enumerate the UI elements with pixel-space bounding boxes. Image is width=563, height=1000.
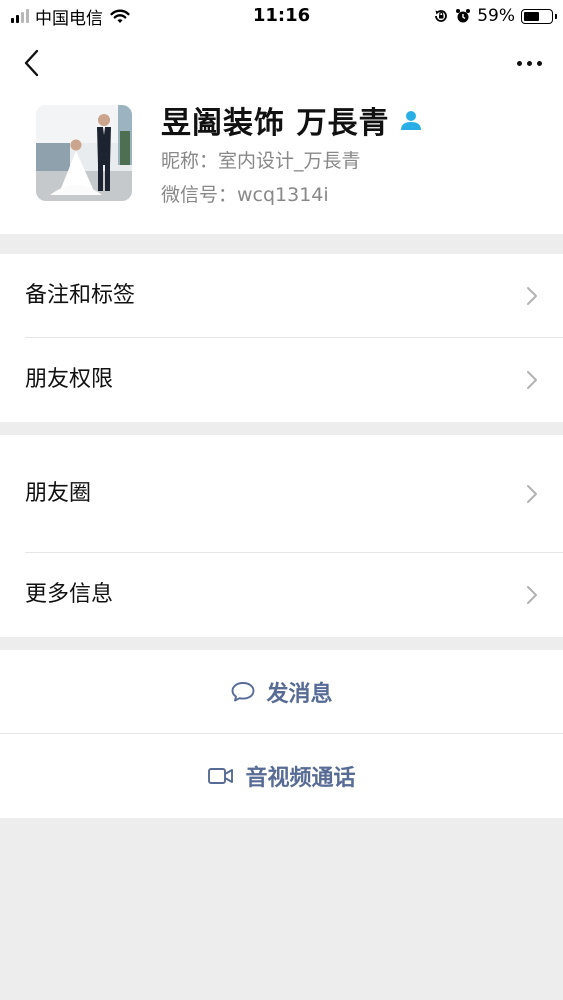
menu-item-moments[interactable]: 朋友圈 [0,435,563,553]
more-button[interactable] [509,48,549,78]
contact-person-icon [399,108,423,132]
battery-percent: 59% [477,6,515,26]
profile-card: 昱阖装饰 万長青 昵称：室内设计_万長青 微信号：wcq1314i [0,92,563,234]
nickname: 昵称：室内设计_万長青 [161,150,361,172]
chevron-right-icon [527,371,537,389]
chevron-left-icon [24,49,39,77]
avatar[interactable] [36,105,132,201]
rotation-lock-icon [433,8,449,24]
menu-item-label: 朋友圈 [25,481,92,506]
video-call-label: 音视频通话 [245,766,356,791]
chevron-right-icon [527,586,537,604]
nav-bar [0,34,563,92]
menu-item-label: 备注和标签 [25,283,136,308]
menu-item-friend-permissions[interactable]: 朋友权限 [0,338,563,422]
menu-group-2: 朋友圈 更多信息 [0,435,563,637]
back-button[interactable] [18,48,48,78]
menu-item-remarks-tags[interactable]: 备注和标签 [0,254,563,338]
wechat-id: 微信号：wcq1314i [161,184,329,206]
name-row: 昱阖装饰 万長青 [161,98,423,142]
status-bar: 中国电信 11:16 59% [0,0,563,34]
chat-bubble-icon [232,682,255,702]
battery-icon [521,8,557,24]
menu-item-more-info[interactable]: 更多信息 [0,553,563,637]
alarm-icon [455,8,471,24]
battery-fill [524,11,539,21]
send-message-label: 发消息 [266,682,333,707]
more-dots-icon [516,60,522,66]
action-group: 发消息 音视频通话 [0,650,563,818]
send-message-button[interactable]: 发消息 [0,650,563,734]
contact-name: 昱阖装饰 万長青 [161,106,390,141]
menu-item-label: 朋友权限 [25,367,114,392]
video-camera-icon [208,768,234,784]
chevron-right-icon [527,485,537,503]
menu-item-label: 更多信息 [25,582,114,607]
status-right: 59% [433,5,557,27]
video-call-button[interactable]: 音视频通话 [0,734,563,818]
menu-group-1: 备注和标签 朋友权限 [0,254,563,422]
chevron-right-icon [527,287,537,305]
